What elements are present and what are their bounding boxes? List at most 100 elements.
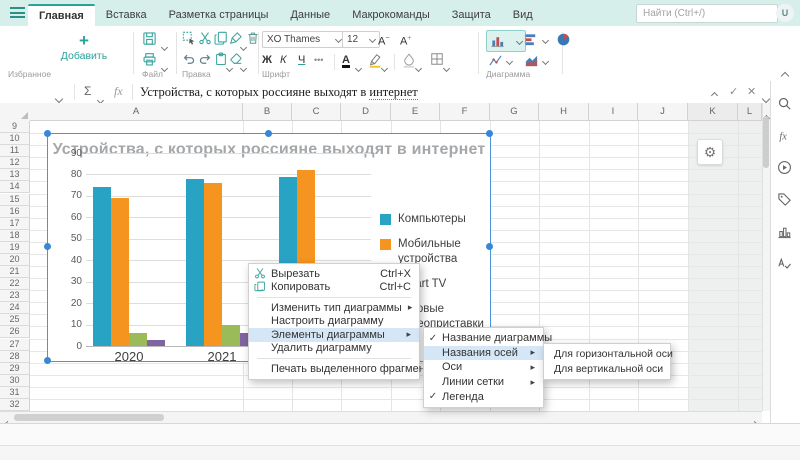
column-header-D[interactable]: D bbox=[341, 103, 391, 121]
search-input[interactable] bbox=[636, 4, 778, 23]
function-icon[interactable]: fx bbox=[777, 128, 793, 144]
chart-settings-icon[interactable] bbox=[777, 224, 793, 240]
row-header-21[interactable]: 21 bbox=[0, 266, 30, 278]
chart-bar-Smart TV-2021[interactable] bbox=[222, 325, 240, 346]
chart-bar-Игровые видеоприставки-2020[interactable] bbox=[147, 340, 165, 346]
font-color-button[interactable]: A bbox=[342, 52, 350, 68]
axis-titles-item[interactable]: Для горизонтальной оси bbox=[544, 347, 670, 362]
chart-settings-gear-button[interactable]: ⚙ bbox=[697, 139, 723, 165]
fill-dropdown[interactable] bbox=[416, 58, 421, 76]
chart-bar-Мобильные устройства-2020[interactable] bbox=[111, 198, 129, 346]
chart-resize-handle[interactable] bbox=[486, 243, 493, 250]
column-header-K[interactable]: K bbox=[688, 103, 738, 121]
ribbon-tab-Макрокоманды[interactable]: Макрокоманды bbox=[341, 4, 441, 26]
column-header-E[interactable]: E bbox=[391, 103, 440, 121]
elements-submenu-item[interactable]: ✓Название диаграммы bbox=[424, 331, 543, 346]
chart-bar-Компьютеры-2021[interactable] bbox=[186, 179, 204, 346]
ribbon-tab-Данные[interactable]: Данные bbox=[279, 4, 341, 26]
row-header-15[interactable]: 15 bbox=[0, 194, 30, 206]
row-header-9[interactable]: 9 bbox=[0, 121, 30, 133]
column-header-L[interactable]: L bbox=[738, 103, 762, 121]
cut-button[interactable] bbox=[198, 31, 214, 47]
ribbon-tab-Главная[interactable]: Главная bbox=[28, 4, 95, 26]
row-header-29[interactable]: 29 bbox=[0, 363, 30, 375]
eraser-dropdown[interactable] bbox=[241, 58, 246, 76]
column-header-J[interactable]: J bbox=[638, 103, 688, 121]
column-header-C[interactable]: C bbox=[292, 103, 341, 121]
ribbon-tab-Разметка страницы[interactable]: Разметка страницы bbox=[158, 4, 280, 26]
vscroll-thumb[interactable] bbox=[763, 116, 769, 168]
bold-button[interactable]: Ж bbox=[262, 52, 272, 68]
row-header-20[interactable]: 20 bbox=[0, 254, 30, 266]
undo-button[interactable] bbox=[182, 52, 198, 68]
axis-titles-item[interactable]: Для вертикальной оси bbox=[544, 362, 670, 377]
font-color-dropdown[interactable] bbox=[356, 58, 361, 76]
autosum-button[interactable]: Σ bbox=[84, 84, 91, 98]
column-header-G[interactable]: G bbox=[490, 103, 539, 121]
more-font-options-button[interactable]: ••• bbox=[314, 52, 323, 68]
row-header-13[interactable]: 13 bbox=[0, 169, 30, 181]
tag-icon[interactable] bbox=[777, 192, 793, 208]
row-header-32[interactable]: 32 bbox=[0, 399, 30, 411]
column-header-H[interactable]: H bbox=[539, 103, 589, 121]
increase-font-button[interactable]: A+ bbox=[400, 31, 411, 50]
context-menu-item[interactable]: Элементы диаграммы▸ bbox=[249, 328, 419, 342]
column-header-I[interactable]: I bbox=[589, 103, 638, 121]
redo-button[interactable] bbox=[198, 52, 214, 68]
elements-submenu-item[interactable]: ✓Легенда bbox=[424, 389, 543, 404]
underline-button[interactable]: Ч bbox=[298, 52, 305, 68]
row-header-28[interactable]: 28 bbox=[0, 351, 30, 363]
font-size-select[interactable]: 12 bbox=[342, 31, 380, 48]
insert-bar-chart-button[interactable] bbox=[524, 32, 548, 48]
chart-bar-Мобильные устройства-2021[interactable] bbox=[204, 183, 222, 346]
insert-column-chart-button[interactable] bbox=[486, 30, 526, 52]
row-header-16[interactable]: 16 bbox=[0, 206, 30, 218]
font-name-select[interactable]: XO Thames bbox=[262, 31, 346, 48]
insert-function-button[interactable]: fx bbox=[114, 84, 123, 99]
macros-icon[interactable] bbox=[777, 160, 793, 176]
insert-area-chart-button[interactable] bbox=[524, 53, 548, 69]
add-favorite-label[interactable]: Добавить bbox=[40, 50, 128, 62]
spellcheck-icon[interactable] bbox=[777, 256, 793, 272]
formula-cancel-button[interactable]: ✕ bbox=[747, 85, 756, 98]
formula-input[interactable]: Устройства, с которых россияне выходят в… bbox=[140, 85, 418, 100]
print-dropdown[interactable] bbox=[162, 58, 167, 76]
chart-resize-handle[interactable] bbox=[265, 130, 272, 137]
row-header-12[interactable]: 12 bbox=[0, 157, 30, 169]
row-header-31[interactable]: 31 bbox=[0, 387, 30, 399]
row-header-26[interactable]: 26 bbox=[0, 326, 30, 338]
borders-dropdown[interactable] bbox=[444, 58, 449, 76]
print-button[interactable] bbox=[142, 52, 158, 68]
ribbon-tab-Вид[interactable]: Вид bbox=[502, 4, 544, 26]
row-header-30[interactable]: 30 bbox=[0, 375, 30, 387]
search-icon[interactable] bbox=[777, 96, 793, 112]
row-header-10[interactable]: 10 bbox=[0, 133, 30, 145]
context-menu-item[interactable]: Настроить диаграмму bbox=[249, 315, 419, 329]
insert-pie-chart-button[interactable] bbox=[556, 32, 572, 48]
context-menu-item[interactable]: Печать выделенного фрагмента... bbox=[249, 362, 419, 376]
chart-resize-handle[interactable] bbox=[44, 130, 51, 137]
row-header-22[interactable]: 22 bbox=[0, 278, 30, 290]
hamburger-icon[interactable] bbox=[10, 7, 25, 19]
context-menu-item[interactable]: Удалить диаграмму bbox=[249, 342, 419, 356]
chart-bar-Компьютеры-2020[interactable] bbox=[93, 187, 111, 346]
italic-button[interactable]: К bbox=[280, 52, 286, 68]
context-menu-item[interactable]: Изменить тип диаграммы▸ bbox=[249, 301, 419, 315]
avatar[interactable]: U bbox=[776, 4, 794, 22]
row-header-27[interactable]: 27 bbox=[0, 339, 30, 351]
ribbon-tab-Защита[interactable]: Защита bbox=[441, 4, 502, 26]
column-header-A[interactable]: A bbox=[30, 103, 243, 121]
row-header-11[interactable]: 11 bbox=[0, 145, 30, 157]
decrease-font-button[interactable]: A− bbox=[378, 31, 389, 50]
row-header-14[interactable]: 14 bbox=[0, 181, 30, 193]
column-header-F[interactable]: F bbox=[440, 103, 490, 121]
delete-button[interactable] bbox=[246, 31, 262, 47]
context-menu-item[interactable]: КопироватьCtrl+C bbox=[249, 281, 419, 295]
insert-scatter-chart-button[interactable] bbox=[488, 53, 512, 69]
row-header-25[interactable]: 25 bbox=[0, 314, 30, 326]
row-header-18[interactable]: 18 bbox=[0, 230, 30, 242]
chart-resize-handle[interactable] bbox=[44, 243, 51, 250]
save-dropdown[interactable] bbox=[162, 37, 167, 55]
elements-submenu-item[interactable]: Линии сетки▸ bbox=[424, 375, 543, 390]
row-header-17[interactable]: 17 bbox=[0, 218, 30, 230]
